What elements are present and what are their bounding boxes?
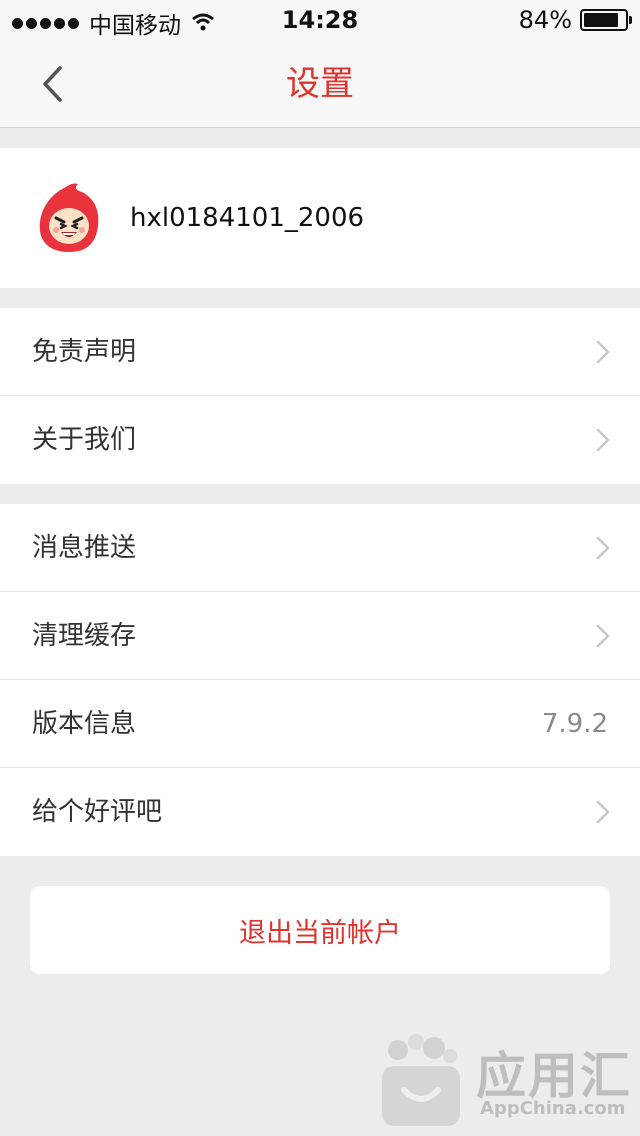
logout-label: 退出当前帐户 <box>239 917 401 949</box>
row-label: 清理缓存 <box>32 621 137 651</box>
mascot-avatar-icon <box>39 183 99 252</box>
chevron-right-icon <box>596 624 610 648</box>
row-label: 消息推送 <box>32 533 137 563</box>
avatar <box>34 182 104 254</box>
status-bar: 中国移动 14:28 84% <box>0 0 640 40</box>
page-title: 设置 <box>286 64 354 104</box>
row-clear-cache[interactable]: 清理缓存 <box>0 592 640 680</box>
status-right: 84% <box>518 6 632 34</box>
row-label: 给个好评吧 <box>32 797 163 827</box>
row-version-info[interactable]: 版本信息 7.9.2 <box>0 680 640 768</box>
chevron-right-icon <box>596 536 610 560</box>
profile-card[interactable]: hxl0184101_2006 <box>0 148 640 288</box>
row-label: 关于我们 <box>32 425 137 455</box>
battery-fill <box>584 13 618 27</box>
row-disclaimer[interactable]: 免责声明 <box>0 308 640 396</box>
nav-bar: 设置 <box>0 40 640 128</box>
row-about-us[interactable]: 关于我们 <box>0 396 640 484</box>
row-push-notifications[interactable]: 消息推送 <box>0 504 640 592</box>
settings-group-1: 免责声明 关于我们 <box>0 308 640 484</box>
username: hxl0184101_2006 <box>130 203 365 233</box>
battery-icon <box>580 9 632 31</box>
row-label: 免责声明 <box>32 337 137 367</box>
watermark-subtext: AppChina.com <box>480 1098 626 1119</box>
chevron-right-icon <box>596 340 610 364</box>
version-value: 7.9.2 <box>541 709 608 739</box>
watermark: 应用汇 AppChina.com <box>372 1020 634 1130</box>
settings-group-2: 消息推送 清理缓存 版本信息 7.9.2 给个好评吧 <box>0 504 640 856</box>
shopping-bag-logo-icon <box>382 1034 460 1126</box>
row-rate-app[interactable]: 给个好评吧 <box>0 768 640 856</box>
chevron-right-icon <box>596 428 610 452</box>
battery-percent: 84% <box>518 6 572 34</box>
row-label: 版本信息 <box>32 709 137 739</box>
logout-button[interactable]: 退出当前帐户 <box>30 886 610 974</box>
chevron-right-icon <box>596 800 610 824</box>
